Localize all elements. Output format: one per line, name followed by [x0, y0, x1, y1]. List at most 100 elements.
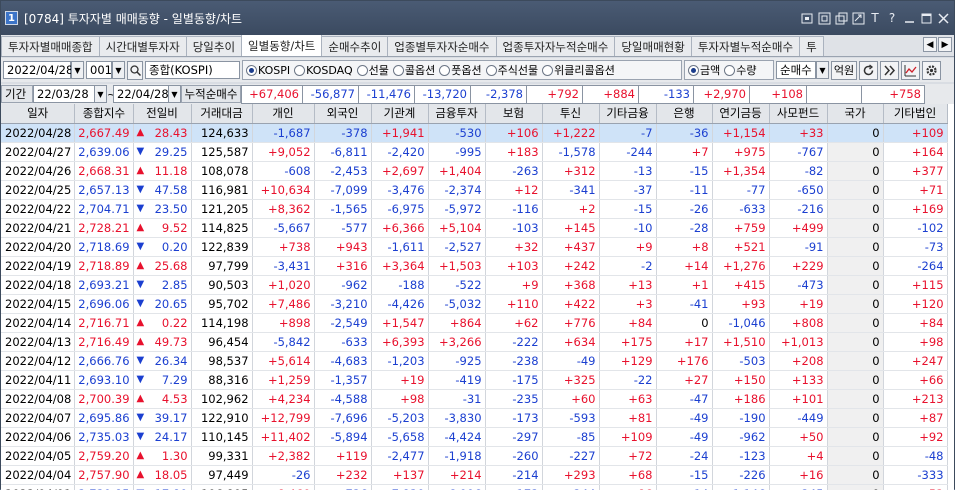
table-row[interactable]: 2022/04/272,639.06▼29.25125,587+9,052-6,… — [1, 142, 947, 161]
code-input[interactable]: 001 — [86, 61, 112, 79]
tab-7[interactable]: 당일매매현황 — [614, 36, 691, 56]
copy-window-icon[interactable] — [799, 10, 815, 26]
table-row[interactable]: 2022/04/082,700.39▲4.53102,962+4,234-4,5… — [1, 389, 947, 408]
code-dropdown-icon[interactable]: ▼ — [112, 61, 125, 79]
tab-6[interactable]: 업종투자자누적순매수 — [496, 36, 616, 56]
date-input[interactable]: 2022/04/28 — [3, 61, 71, 79]
tab-2[interactable]: 당일추이 — [186, 36, 242, 56]
mode-select[interactable]: 순매수 — [776, 61, 816, 79]
table-row[interactable]: 2022/04/122,666.76▼26.3498,537+5,614-4,6… — [1, 351, 947, 370]
tab-scroll-left-icon[interactable]: ◀ — [923, 37, 937, 52]
table-row[interactable]: 2022/04/052,759.20▲1.3099,331+2,382+119-… — [1, 446, 947, 465]
unit-radio-0[interactable]: 금액 — [688, 62, 720, 78]
table-row[interactable]: 2022/04/252,657.13▼47.58116,981+10,634-7… — [1, 180, 947, 199]
table-row[interactable]: 2022/04/262,668.31▲11.18108,078-608-2,45… — [1, 161, 947, 180]
market-radio-6[interactable]: 위클리콜옵션 — [542, 62, 615, 78]
print-icon[interactable] — [850, 10, 866, 26]
value-cell: +422 — [542, 294, 599, 313]
mode-dropdown-icon[interactable]: ▼ — [816, 61, 829, 79]
table-row[interactable]: 2022/04/282,667.49▲28.43124,633-1,687-37… — [1, 123, 947, 142]
refresh-icon[interactable] — [859, 61, 878, 80]
value-cell: +776 — [542, 313, 599, 332]
date-cell: 2022/04/05 — [1, 446, 75, 465]
column-header[interactable]: 보험 — [485, 104, 542, 123]
market-radio-4[interactable]: 풋옵션 — [439, 62, 481, 78]
cumulative-cell: -13,720 — [414, 85, 471, 104]
maximize-icon[interactable] — [918, 10, 934, 26]
value-cell: -419 — [428, 370, 485, 389]
search-icon[interactable] — [127, 61, 143, 80]
value-cell: +312 — [542, 161, 599, 180]
link-icon[interactable] — [816, 10, 832, 26]
column-header[interactable]: 기관계 — [371, 104, 428, 123]
tab-4[interactable]: 순매수추이 — [321, 36, 388, 56]
scale-label: 억원 — [831, 61, 857, 80]
column-header[interactable]: 투신 — [542, 104, 599, 123]
value-cell: -173 — [485, 408, 542, 427]
change-cell: ▲1.30 — [133, 446, 191, 465]
next-page-icon[interactable] — [880, 61, 899, 80]
table-row[interactable]: 2022/04/212,728.21▲9.52114,825-5,667-577… — [1, 218, 947, 237]
save-screen-icon[interactable] — [833, 10, 849, 26]
date-cell: 2022/04/28 — [1, 123, 75, 142]
font-size-icon[interactable]: T — [867, 10, 883, 26]
table-row[interactable]: 2022/04/062,735.03▼24.17110,145+11,402-5… — [1, 427, 947, 446]
column-header[interactable]: 기타법인 — [883, 104, 947, 123]
period-to-input[interactable]: 22/04/28 — [113, 85, 169, 103]
tab-8[interactable]: 투자자별누적순매수 — [691, 36, 800, 56]
column-header[interactable]: 금융투자 — [428, 104, 485, 123]
date-dropdown-icon[interactable]: ▼ — [71, 61, 84, 79]
period-from-dropdown-icon[interactable]: ▼ — [94, 85, 107, 103]
column-header[interactable]: 연기금등 — [712, 104, 769, 123]
column-header[interactable]: 종합지수 — [75, 104, 133, 123]
period-to-dropdown-icon[interactable]: ▼ — [168, 85, 181, 103]
tab-0[interactable]: 투자자별매매종합 — [1, 36, 100, 56]
table-row[interactable]: 2022/04/072,695.86▼39.17122,910+12,799-7… — [1, 408, 947, 427]
value-cell: +109 — [599, 427, 656, 446]
tab-9[interactable]: 투 — [799, 36, 824, 56]
column-header[interactable]: 일자 — [1, 104, 75, 123]
table-row[interactable]: 2022/04/192,718.89▲25.6897,799-3,431+316… — [1, 256, 947, 275]
column-header[interactable]: 국가 — [827, 104, 883, 123]
market-radio-2[interactable]: 선물 — [357, 62, 389, 78]
table-row[interactable]: 2022/04/012,739.85▼17.80106,895+8,460-72… — [1, 484, 947, 490]
settings-gear-icon[interactable] — [922, 61, 941, 80]
chart-icon[interactable] — [901, 61, 920, 80]
market-radio-5[interactable]: 주식선물 — [486, 62, 538, 78]
market-radio-3[interactable]: 콜옵션 — [393, 62, 435, 78]
column-header[interactable]: 은행 — [656, 104, 712, 123]
tab-1[interactable]: 시간대별투자자 — [99, 36, 187, 56]
market-radio-1[interactable]: KOSDAQ — [294, 64, 353, 77]
date-cell: 2022/04/13 — [1, 332, 75, 351]
table-row[interactable]: 2022/04/202,718.69▼0.20122,839+738+943-1… — [1, 237, 947, 256]
column-header[interactable]: 개인 — [252, 104, 314, 123]
value-cell: +17 — [656, 332, 712, 351]
down-arrow-icon: ▼ — [137, 146, 145, 157]
table-row[interactable]: 2022/04/132,716.49▲49.7396,454-5,842-633… — [1, 332, 947, 351]
cumulative-cell: -2,378 — [470, 85, 527, 104]
table-row[interactable]: 2022/04/112,693.10▼7.2988,316+1,259-1,35… — [1, 370, 947, 389]
tab-3[interactable]: 일별동향/차트 — [241, 35, 322, 56]
table-row[interactable]: 2022/04/142,716.71▲0.22114,198+898-2,549… — [1, 313, 947, 332]
value-cell: +183 — [485, 142, 542, 161]
table-row[interactable]: 2022/04/222,704.71▼23.50121,205+8,362-1,… — [1, 199, 947, 218]
column-header[interactable]: 기타금융 — [599, 104, 656, 123]
tab-scroll-right-icon[interactable]: ▶ — [938, 37, 952, 52]
table-row[interactable]: 2022/04/182,693.21▼2.8590,503+1,020-962-… — [1, 275, 947, 294]
market-radio-0[interactable]: KOSPI — [246, 64, 290, 77]
close-icon[interactable] — [935, 10, 951, 26]
minimize-icon[interactable] — [901, 10, 917, 26]
column-header[interactable]: 거래대금 — [191, 104, 252, 123]
column-header[interactable]: 외국인 — [314, 104, 371, 123]
value-cell: -530 — [428, 123, 485, 142]
help-icon[interactable]: ? — [884, 10, 900, 26]
tab-5[interactable]: 업종별투자자순매수 — [387, 36, 496, 56]
change-value: 39.17 — [155, 411, 188, 425]
table-row[interactable]: 2022/04/152,696.06▼20.6595,702+7,486-3,2… — [1, 294, 947, 313]
value-cell: 0 — [827, 370, 883, 389]
table-row[interactable]: 2022/04/042,757.90▲18.0597,449-26+232+13… — [1, 465, 947, 484]
unit-radio-1[interactable]: 수량 — [724, 62, 756, 78]
column-header[interactable]: 전일비 — [133, 104, 191, 123]
column-header[interactable]: 사모펀드 — [769, 104, 827, 123]
period-from-input[interactable]: 22/03/28 — [33, 85, 95, 103]
